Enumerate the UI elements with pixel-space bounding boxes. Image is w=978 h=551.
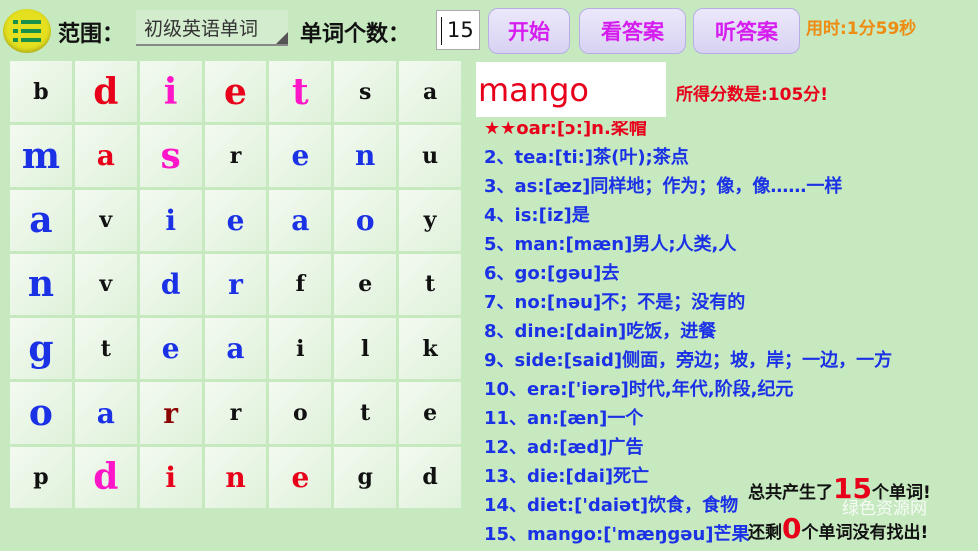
- letter-cell[interactable]: s: [334, 61, 397, 123]
- letter-cell[interactable]: a: [399, 61, 461, 123]
- word-list-item[interactable]: 2、tea:[ti:]茶(叶);茶点: [484, 143, 974, 172]
- word-list-item[interactable]: 5、man:[mæn]男人;人类,人: [484, 230, 974, 259]
- letter-cell[interactable]: i: [139, 61, 202, 123]
- letter-cell[interactable]: u: [399, 125, 461, 187]
- word-list-item[interactable]: 6、go:[gəu]去: [484, 259, 974, 288]
- word-count-value: 15: [447, 18, 474, 42]
- remaining-prefix: 还剩: [748, 523, 782, 543]
- letter-cell[interactable]: o: [10, 382, 72, 444]
- letter-cell[interactable]: d: [399, 446, 461, 508]
- letter-cell[interactable]: i: [269, 318, 332, 380]
- letter-cell[interactable]: y: [399, 189, 461, 251]
- remaining-count: 0: [782, 512, 802, 545]
- letter-cell[interactable]: e: [334, 253, 397, 316]
- letter-cell[interactable]: i: [139, 189, 202, 251]
- word-list-item[interactable]: 9、side:[said]侧面，旁边；坡，岸；一边，一方: [484, 346, 974, 375]
- letter-cell[interactable]: e: [269, 125, 332, 187]
- word-list-item[interactable]: 4、is:[iz]是: [484, 201, 974, 230]
- letter-cell[interactable]: t: [74, 318, 137, 380]
- letter-cell[interactable]: i: [139, 446, 202, 508]
- letter-cell[interactable]: n: [204, 446, 267, 508]
- score-text: 所得分数是:105分!: [676, 85, 829, 105]
- letter-cell[interactable]: d: [74, 61, 137, 123]
- letter-cell[interactable]: g: [10, 318, 72, 380]
- range-select-value: 初级英语单词: [144, 18, 259, 40]
- word-list-item[interactable]: 7、no:[nəu]不；不是；没有的: [484, 288, 974, 317]
- letter-cell[interactable]: n: [334, 125, 397, 187]
- letter-cell[interactable]: e: [269, 446, 332, 508]
- show-answer-button[interactable]: 看答案: [579, 8, 686, 54]
- text-caret: [441, 17, 442, 45]
- letter-cell[interactable]: f: [269, 253, 332, 316]
- word-count-input[interactable]: 15: [436, 10, 480, 50]
- word-list-item[interactable]: 3、as:[æz]同样地；作为；像，像……一样: [484, 172, 974, 201]
- letter-cell[interactable]: e: [399, 382, 461, 444]
- letter-cell[interactable]: a: [74, 125, 137, 187]
- letter-cell[interactable]: g: [334, 446, 397, 508]
- letter-cell[interactable]: s: [139, 125, 202, 187]
- elapsed-time: 用时:1分59秒: [806, 19, 917, 39]
- letter-cell[interactable]: p: [10, 446, 72, 508]
- range-label: 范围：: [58, 22, 125, 47]
- dropdown-triangle-icon: [276, 32, 288, 44]
- letter-grid: bdietsamasrenuavieaoynvdrfetgteailkoarro…: [10, 61, 461, 508]
- remaining-words-summary: 还剩0个单词没有找出!: [748, 512, 928, 545]
- letter-cell[interactable]: d: [74, 446, 137, 508]
- range-select[interactable]: 初级英语单词: [136, 10, 288, 46]
- start-button[interactable]: 开始: [488, 8, 570, 54]
- letter-cell[interactable]: n: [10, 253, 72, 316]
- letter-cell[interactable]: r: [204, 125, 267, 187]
- word-list-item[interactable]: 10、era:['iərə]时代,年代,阶段,纪元: [484, 375, 974, 404]
- letter-cell[interactable]: k: [399, 318, 461, 380]
- letter-cell[interactable]: l: [334, 318, 397, 380]
- word-list-item[interactable]: 11、an:[æn]一个: [484, 404, 974, 433]
- menu-list-icon: [13, 20, 41, 42]
- menu-button[interactable]: [3, 9, 51, 53]
- letter-cell[interactable]: t: [269, 61, 332, 123]
- letter-cell[interactable]: m: [10, 125, 72, 187]
- letter-cell[interactable]: o: [334, 189, 397, 251]
- letter-cell[interactable]: e: [139, 318, 202, 380]
- listen-answer-button[interactable]: 听答案: [693, 8, 800, 54]
- letter-cell[interactable]: a: [204, 318, 267, 380]
- letter-cell[interactable]: a: [269, 189, 332, 251]
- letter-cell[interactable]: b: [10, 61, 72, 123]
- letter-cell[interactable]: v: [74, 253, 137, 316]
- letter-cell[interactable]: r: [204, 253, 267, 316]
- letter-cell[interactable]: v: [74, 189, 137, 251]
- word-list-item[interactable]: 12、ad:[æd]广告: [484, 433, 974, 462]
- letter-cell[interactable]: r: [139, 382, 202, 444]
- word-list-item[interactable]: 8、dine:[dain]吃饭，进餐: [484, 317, 974, 346]
- letter-cell[interactable]: t: [334, 382, 397, 444]
- letter-cell[interactable]: r: [204, 382, 267, 444]
- word-count-label: 单词个数：: [300, 22, 411, 47]
- remaining-suffix: 个单词没有找出!: [801, 523, 929, 543]
- letter-cell[interactable]: o: [269, 382, 332, 444]
- letter-cell[interactable]: a: [10, 189, 72, 251]
- current-word-display: mango: [476, 62, 666, 117]
- letter-cell[interactable]: a: [74, 382, 137, 444]
- letter-cell[interactable]: t: [399, 253, 461, 316]
- letter-cell[interactable]: e: [204, 61, 267, 123]
- word-list-item[interactable]: ★★oar:[ɔ:]n.桨帽: [484, 121, 974, 143]
- total-prefix: 总共产生了: [748, 483, 833, 503]
- letter-cell[interactable]: d: [139, 253, 202, 316]
- letter-cell[interactable]: e: [204, 189, 267, 251]
